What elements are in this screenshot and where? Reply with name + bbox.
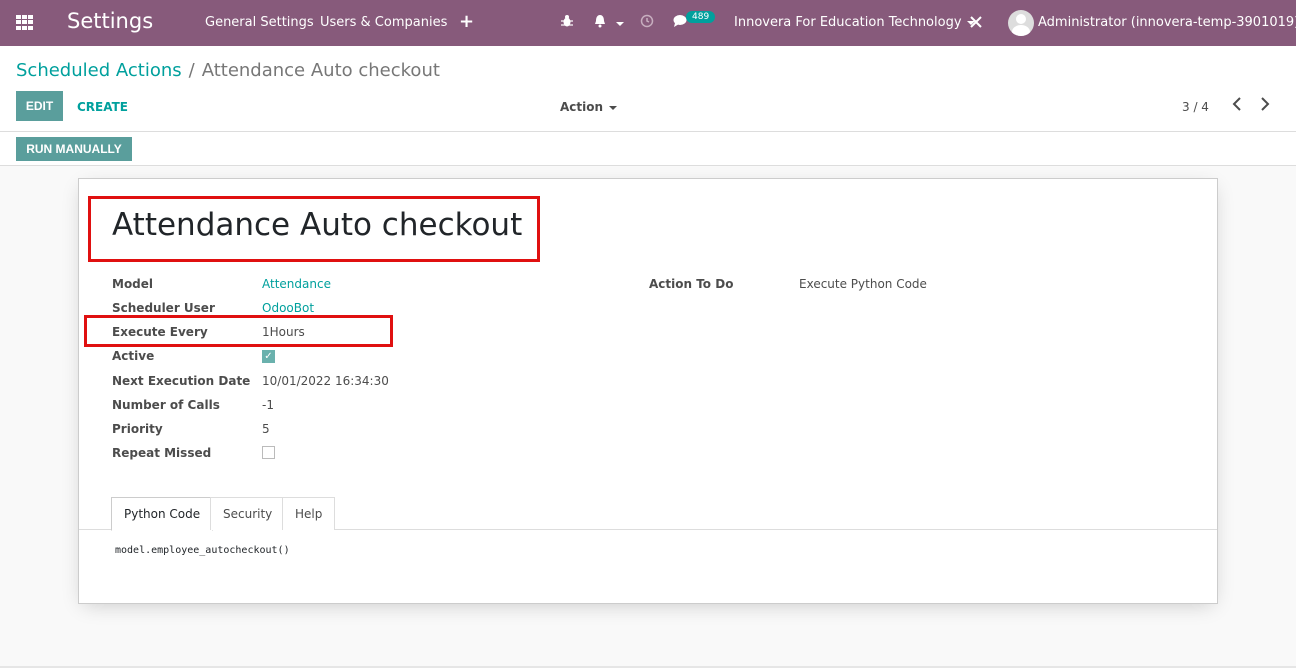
user-name: Administrator (innovera-temp-3901019) [1038, 15, 1296, 30]
bell-icon[interactable] [593, 14, 625, 32]
user-menu[interactable]: Administrator (innovera-temp-3901019) [1038, 15, 1296, 30]
pager-next-button[interactable] [1260, 96, 1270, 115]
pager-value[interactable]: 3 / 4 [1182, 100, 1209, 114]
bug-icon[interactable] [561, 14, 573, 31]
record-title: Attendance Auto checkout [112, 207, 523, 243]
field-label-priority: Priority [112, 422, 163, 436]
clock-icon[interactable] [640, 14, 654, 32]
action-label: Action [560, 100, 604, 114]
app-title[interactable]: Settings [67, 9, 153, 33]
form-statusbar: RUN MANUALLY [0, 132, 1296, 166]
field-label-active: Active [112, 349, 155, 363]
python-code-content[interactable]: model.employee_autocheckout() [115, 545, 290, 556]
form-sheet: Attendance Auto checkout Model Attendanc… [78, 178, 1218, 604]
breadcrumb-separator: / [188, 60, 195, 81]
active-checkbox[interactable]: ✓ [262, 350, 275, 363]
avatar-icon[interactable] [1008, 10, 1034, 36]
tab-help[interactable]: Help [282, 497, 336, 530]
edit-button[interactable]: EDIT [16, 91, 63, 121]
breadcrumb-scheduled-actions[interactable]: Scheduled Actions [16, 60, 182, 81]
pager-previous-button[interactable] [1232, 96, 1242, 115]
notebook-tabs: Python Code Security Help [79, 497, 1217, 531]
field-label-number-of-calls: Number of Calls [112, 398, 220, 412]
run-manually-button[interactable]: RUN MANUALLY [16, 137, 132, 161]
chevron-down-icon [616, 22, 625, 26]
top-navbar: Settings General Settings Users & Compan… [0, 0, 1296, 46]
field-label-scheduler-user: Scheduler User [112, 301, 215, 315]
messages-badge: 489 [686, 11, 716, 23]
apps-grid-icon[interactable] [16, 15, 33, 30]
field-value-model[interactable]: Attendance [262, 277, 331, 291]
field-value-next-execution-date: 10/01/2022 16:34:30 [262, 374, 389, 388]
menu-users-companies[interactable]: Users & Companies [320, 15, 447, 30]
field-label-model: Model [112, 277, 154, 291]
field-value-execute-every: 1Hours [262, 325, 305, 339]
breadcrumb-current: Attendance Auto checkout [201, 60, 440, 81]
create-button[interactable]: CREATE [77, 100, 128, 114]
field-value-priority: 5 [262, 422, 270, 436]
control-panel: Scheduled Actions / Attendance Auto checko… [0, 46, 1296, 132]
field-value-scheduler-user[interactable]: OdooBot [262, 301, 314, 315]
field-value-action-to-do: Execute Python Code [799, 277, 927, 291]
action-dropdown[interactable]: Action [560, 100, 618, 114]
field-value-number-of-calls: -1 [262, 398, 274, 412]
field-label-next-execution-date: Next Execution Date [112, 374, 251, 388]
tools-icon[interactable] [969, 15, 983, 33]
tab-python-code[interactable]: Python Code [111, 497, 214, 531]
field-label-execute-every: Execute Every [112, 325, 208, 339]
field-label-repeat-missed: Repeat Missed [112, 446, 212, 460]
breadcrumb: Scheduled Actions / Attendance Auto checko… [16, 60, 440, 81]
plus-icon[interactable]: + [459, 11, 474, 32]
field-label-action-to-do: Action To Do [649, 277, 734, 291]
tab-security[interactable]: Security [210, 497, 286, 530]
company-switcher[interactable]: Innovera For Education Technology [734, 15, 975, 30]
menu-general-settings[interactable]: General Settings [205, 15, 314, 30]
repeat-missed-checkbox[interactable] [262, 446, 275, 459]
company-name: Innovera For Education Technology [734, 15, 962, 30]
chevron-down-icon [609, 105, 618, 110]
